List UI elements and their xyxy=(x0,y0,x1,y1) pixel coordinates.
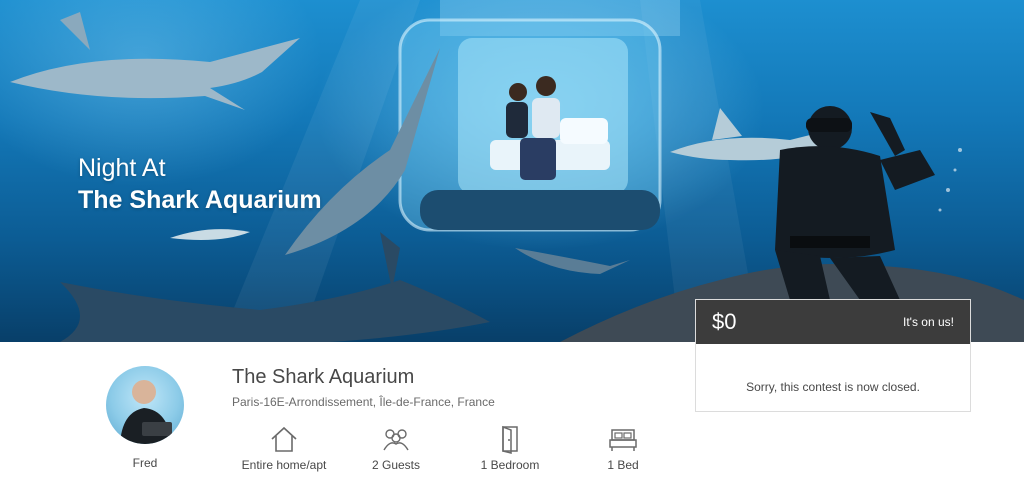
bed-icon xyxy=(609,429,637,451)
hero-title-line1: Night At xyxy=(78,154,166,182)
home-icon xyxy=(271,426,297,452)
hero-title: Night At The Shark Aquarium xyxy=(78,152,322,216)
amenity-label: 2 Guests xyxy=(371,458,421,472)
amenity-home-type: Entire home/apt xyxy=(236,424,332,472)
glass-room xyxy=(398,0,680,232)
host-name[interactable]: Fred xyxy=(106,456,184,470)
amenity-label: 1 Bedroom xyxy=(480,458,540,472)
amenity-beds: 1 Bed xyxy=(588,424,658,472)
contest-closed-message: Sorry, this contest is now closed. xyxy=(746,380,920,394)
hero-title-line2: The Shark Aquarium xyxy=(78,186,322,214)
amenity-guests: 2 Guests xyxy=(356,424,436,472)
listing-location: Paris-16E-Arrondissement, Île-de-France,… xyxy=(232,395,495,409)
listing-title: The Shark Aquarium xyxy=(232,366,415,388)
door-icon xyxy=(502,425,518,454)
price-box: $0 It's on us! Sorry, this contest is no… xyxy=(695,299,971,412)
amenity-bedrooms: 1 Bedroom xyxy=(470,424,550,472)
price-amount: $0 xyxy=(712,309,737,334)
host-photo xyxy=(120,380,172,444)
amenity-label: 1 Bed xyxy=(607,458,639,472)
host-avatar[interactable] xyxy=(106,366,184,444)
hero-image: Night At The Shark Aquarium xyxy=(0,0,1024,342)
price-note: It's on us! xyxy=(903,315,954,329)
amenity-label: Entire home/apt xyxy=(241,458,327,472)
guests-icon xyxy=(383,429,409,451)
price-header: $0 It's on us! xyxy=(696,300,970,344)
